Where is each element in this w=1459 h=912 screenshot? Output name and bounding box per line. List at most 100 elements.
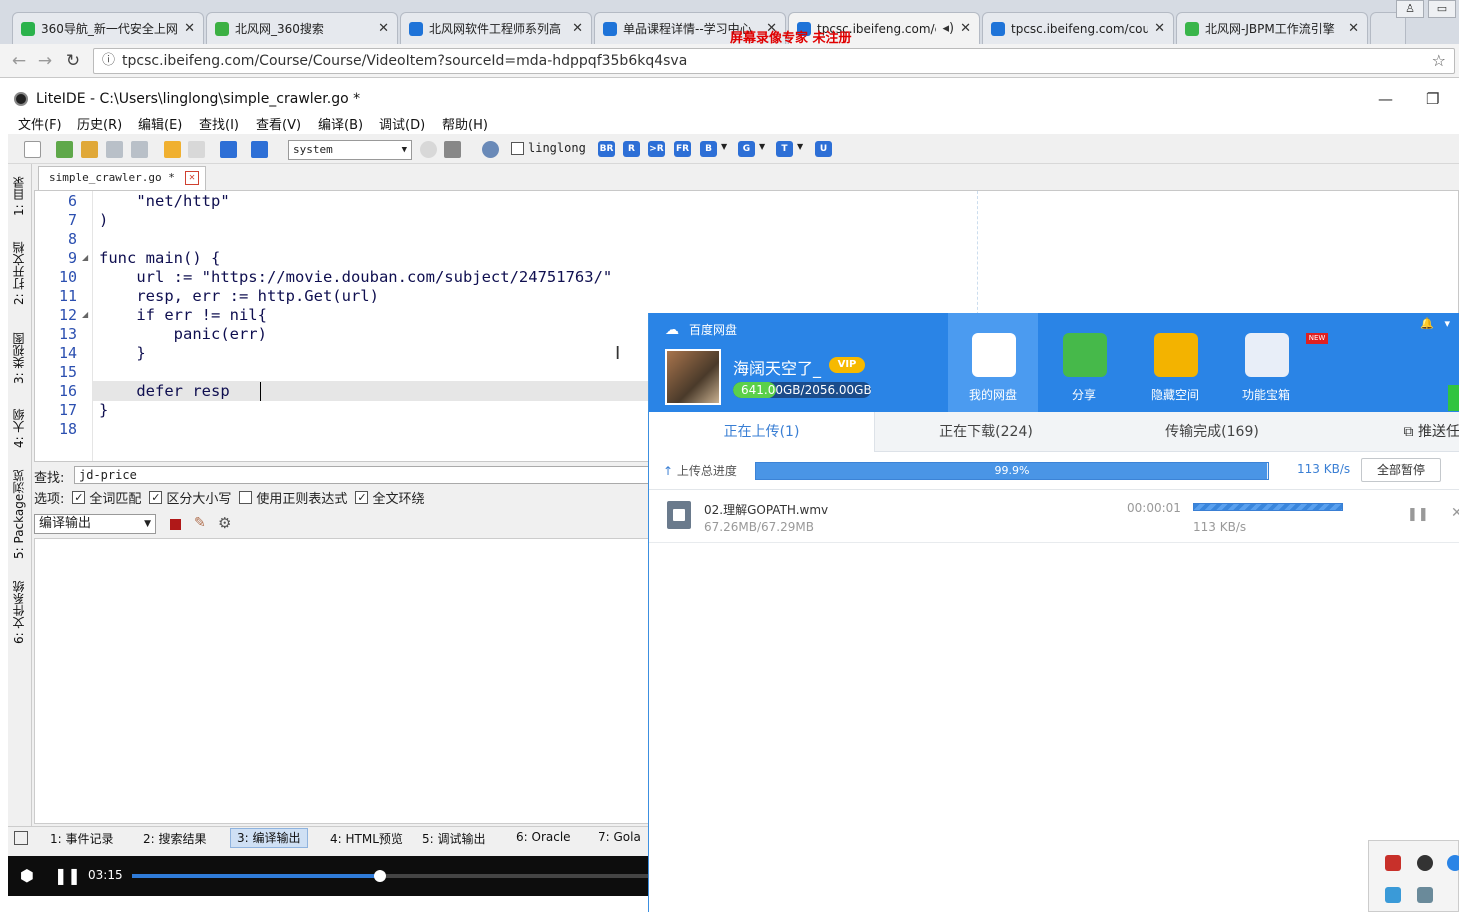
browser-tab-0[interactable]: 360导航_新一代安全上网 ✕	[12, 12, 204, 44]
menu-debug[interactable]: 调试(D)	[379, 114, 425, 133]
forward-icon[interactable]: →	[34, 50, 56, 72]
option-match-case[interactable]: ✓ 区分大小写	[149, 488, 231, 507]
sidebar-tab-outline[interactable]: 4: 大纲	[10, 404, 30, 452]
open-file-icon[interactable]	[56, 141, 73, 158]
save-all-icon[interactable]	[131, 141, 148, 158]
sidebar-tab-directory[interactable]: 1: 目录	[10, 174, 30, 218]
chevron-down-icon[interactable]: ▼	[797, 142, 803, 151]
user-button[interactable]: U	[815, 141, 832, 157]
tab-push[interactable]: ⧉ 推送任	[1404, 412, 1459, 452]
output-select[interactable]: 编译输出 ▼	[34, 514, 156, 534]
gear-icon[interactable]: ⚙	[218, 514, 231, 532]
ide-minimize-icon[interactable]: —	[1378, 86, 1393, 112]
clear-icon[interactable]: ✎	[194, 515, 206, 531]
bottom-tab-oracle[interactable]: 6: Oracle	[516, 830, 571, 844]
bookmark-star-icon[interactable]: ☆	[1432, 49, 1446, 73]
list-item[interactable]: 02.理解GOPATH.wmv 67.26MB/67.29MB 00:00:01…	[649, 491, 1459, 543]
tab-close-icon[interactable]: ✕	[960, 21, 971, 36]
tab-close-icon[interactable]: ✕	[184, 21, 195, 36]
option-wrap-around[interactable]: ✓ 全文环绕	[355, 488, 424, 507]
option-regex[interactable]: 使用正则表达式	[239, 488, 347, 507]
home-icon[interactable]	[220, 141, 237, 158]
tray-user-icon[interactable]	[1417, 887, 1433, 903]
chevron-down-icon[interactable]: ▼	[721, 142, 727, 151]
menu-edit[interactable]: 编辑(E)	[138, 114, 182, 133]
pause-all-button[interactable]: 全部暂停	[1361, 458, 1441, 482]
environment-select[interactable]: system ▼	[288, 140, 412, 160]
bottom-tab-debug-output[interactable]: 5: 调试输出	[422, 830, 486, 847]
go-icon[interactable]	[251, 141, 268, 158]
sidebar-tab-class-view[interactable]: 3: 类视图	[10, 328, 30, 388]
pause-icon[interactable]: ❚❚	[1407, 507, 1429, 522]
fold-marker-icon[interactable]: ◢	[82, 310, 88, 319]
test-button[interactable]: T	[776, 141, 793, 157]
tab-completed[interactable]: 传输完成(169)	[1097, 412, 1327, 452]
new-file-icon[interactable]	[24, 141, 41, 158]
tab-uploading[interactable]: 正在上传(1)	[649, 412, 875, 452]
reload-icon[interactable]: ↻	[62, 50, 84, 72]
tray-qq-icon[interactable]	[1417, 855, 1433, 871]
address-input[interactable]: ⓘ tpcsc.ibeifeng.com/Course/Course/Video…	[93, 48, 1455, 74]
profile-icon[interactable]: ♙	[1396, 0, 1424, 18]
sidebar-tab-open-docs[interactable]: 2: 打开文档	[10, 238, 30, 308]
browser-tab-1[interactable]: 北风网_360搜索 ✕	[206, 12, 398, 44]
nav-my-disk[interactable]: 我的网盘	[948, 313, 1038, 412]
menu-find[interactable]: 查找(I)	[199, 114, 239, 133]
bottom-tab-search-results[interactable]: 2: 搜索结果	[143, 830, 207, 847]
tab-close-icon[interactable]: ✕	[1348, 21, 1359, 36]
tab-close-icon[interactable]: ✕	[1154, 21, 1165, 36]
close-icon[interactable]: ✕	[185, 171, 199, 185]
build-button[interactable]: B	[700, 141, 717, 157]
run-button[interactable]: R	[623, 141, 640, 157]
environment-edit-icon[interactable]	[444, 141, 461, 158]
tab-downloading[interactable]: 正在下载(224)	[875, 412, 1097, 452]
stop-icon[interactable]	[170, 519, 181, 530]
nav-forward-icon[interactable]	[188, 141, 205, 158]
close-icon[interactable]: ✕	[1451, 505, 1459, 521]
build-output-area[interactable]	[34, 538, 654, 824]
side-tab-green[interactable]	[1448, 385, 1459, 411]
site-info-icon[interactable]: ⓘ	[102, 49, 115, 73]
bottom-tab-event-log[interactable]: 1: 事件记录	[50, 830, 114, 847]
browser-tab-2[interactable]: 北风网软件工程师系列高 ✕	[400, 12, 592, 44]
chevron-down-icon[interactable]: ▼	[759, 142, 765, 151]
bottom-tab-build-output[interactable]: 3: 编译输出	[230, 828, 308, 848]
notification-bell-icon[interactable]: 🔔 ▾	[1420, 317, 1450, 330]
nav-toolbox[interactable]: 功能宝箱	[1221, 313, 1311, 412]
linglong-checkbox[interactable]: linglong	[511, 141, 586, 155]
tray-netdisk-icon[interactable]	[1385, 887, 1401, 903]
back-icon[interactable]: ←	[8, 50, 30, 72]
vip-badge[interactable]: VIP	[829, 357, 865, 373]
build-run-button[interactable]: BR	[598, 141, 615, 157]
menu-file[interactable]: 文件(F)	[18, 114, 62, 133]
tray-cloud-icon[interactable]	[1447, 855, 1459, 871]
open-folder-icon[interactable]	[81, 141, 98, 158]
menu-help[interactable]: 帮助(H)	[442, 114, 488, 133]
refresh-icon[interactable]	[420, 141, 437, 158]
editor-tab-simple-crawler[interactable]: simple_crawler.go * ✕	[38, 166, 206, 190]
menu-history[interactable]: 历史(R)	[77, 114, 122, 133]
sidebar-tab-filesystem[interactable]: 6: 文件系统	[10, 576, 30, 648]
menu-view[interactable]: 查看(V)	[256, 114, 301, 133]
minimize-icon[interactable]: ▭	[1428, 0, 1456, 18]
nav-back-icon[interactable]	[164, 141, 181, 158]
find-input[interactable]: jd-price	[74, 466, 654, 484]
get-button[interactable]: G	[738, 141, 755, 157]
bottom-tab-html-preview[interactable]: 4: HTML预览	[330, 830, 403, 847]
tab-close-icon[interactable]: ✕	[378, 21, 389, 36]
tab-close-icon[interactable]: ✕	[572, 21, 583, 36]
file-run-button[interactable]: FR	[674, 141, 691, 157]
browser-tab-6[interactable]: 北风网-JBPM工作流引擎 ✕	[1176, 12, 1368, 44]
settings-gear-icon[interactable]: ⬢	[20, 866, 34, 885]
pause-icon[interactable]: ❚❚	[54, 866, 81, 885]
avatar[interactable]	[665, 349, 721, 405]
bottom-tab-golang[interactable]: 7: Gola	[598, 830, 641, 844]
nav-hidden-space[interactable]: 隐藏空间	[1130, 313, 1220, 412]
run-term-button[interactable]: >R	[648, 141, 665, 157]
menu-build[interactable]: 编译(B)	[318, 114, 363, 133]
seek-handle[interactable]	[373, 870, 386, 882]
fold-marker-icon[interactable]: ◢	[82, 253, 88, 262]
sidebar-tab-package-browser[interactable]: 5: Package浏览	[10, 468, 30, 560]
seek-bar[interactable]	[132, 870, 648, 882]
panel-toggle-icon[interactable]	[14, 831, 28, 845]
